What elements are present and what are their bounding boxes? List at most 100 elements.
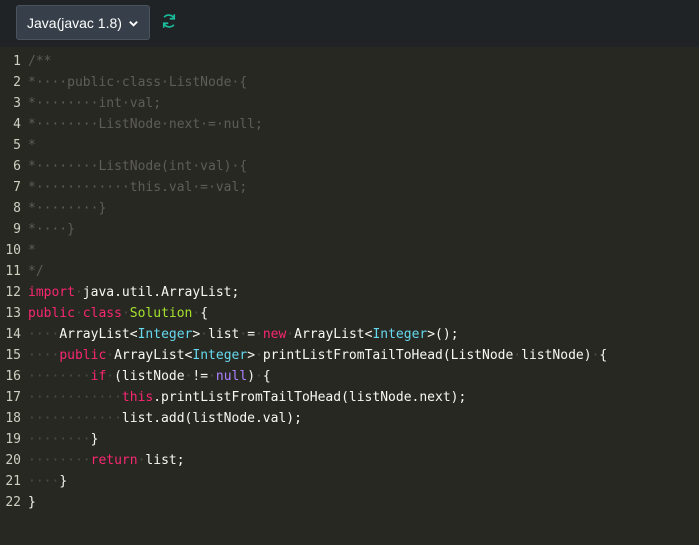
code-line[interactable]: 18 ············list.add(listNode.val); [0, 408, 699, 429]
whitespace-marker: · [239, 327, 248, 342]
whitespace-marker: ···· [28, 327, 60, 342]
code-token: ArrayList< [294, 327, 373, 342]
line-code: *····} [28, 219, 75, 240]
code-line[interactable]: 14 ····ArrayList<Integer>·list·=·new·Arra… [0, 324, 699, 345]
line-number: 9 [13, 222, 21, 237]
line-code: /** [28, 51, 51, 72]
line-code: * [28, 135, 36, 156]
whitespace-marker: · [255, 327, 263, 342]
code-line[interactable]: 21 ····} [0, 471, 699, 492]
code-token: { [599, 348, 608, 363]
code-token: if [90, 369, 107, 384]
code-line[interactable]: 11 */ [0, 261, 699, 282]
language-label: Java(javac 1.8) [27, 14, 122, 31]
code-line[interactable]: 4 *········ListNode·next·=·null; [0, 114, 699, 135]
code-token: listNode) [521, 348, 592, 363]
line-number: 4 [13, 117, 21, 132]
line-code: *········int·val; [28, 93, 161, 114]
code-line[interactable]: 8 *········} [0, 198, 699, 219]
line-number: 5 [13, 138, 21, 153]
whitespace-marker: · [200, 327, 209, 342]
line-number: 13 [5, 306, 21, 321]
whitespace-marker: ········ [28, 432, 91, 447]
code-token: public [28, 306, 75, 321]
whitespace-marker: · [286, 327, 295, 342]
whitespace-marker: ···· [28, 474, 60, 489]
code-line[interactable]: 2 *····public·class·ListNode·{ [0, 72, 699, 93]
code-token: *····public·class·ListNode·{ [28, 75, 248, 90]
line-number: 18 [5, 411, 21, 426]
code-token: import [28, 285, 75, 300]
line-number: 14 [5, 327, 21, 342]
code-line[interactable]: 6 *········ListNode(int·val)·{ [0, 156, 699, 177]
line-number: 1 [13, 54, 21, 69]
code-token: { [262, 369, 271, 384]
code-line[interactable]: 3 *········int·val; [0, 93, 699, 114]
code-line[interactable]: 22} [0, 492, 699, 513]
line-number: 3 [13, 96, 21, 111]
line-code: * [28, 240, 36, 261]
code-token: list.add(listNode.val); [121, 411, 302, 426]
code-line[interactable]: 12 import·java.util.ArrayList; [0, 282, 699, 303]
code-token: ArrayList< [59, 327, 138, 342]
line-number: 19 [5, 432, 21, 447]
line-code: public·class·Solution·{ [28, 303, 208, 324]
language-select[interactable]: Java(javac 1.8) [16, 5, 150, 40]
code-token: ) [247, 369, 256, 384]
code-token: *············this.val·=·val; [28, 180, 248, 195]
line-number: 20 [5, 453, 21, 468]
line-number: 7 [13, 180, 21, 195]
line-code: *········ListNode(int·val)·{ [28, 156, 247, 177]
whitespace-marker: · [255, 348, 263, 363]
line-code: ········if·(listNode·!=·null)·{ [28, 366, 271, 387]
code-line[interactable]: 5 * [0, 135, 699, 156]
line-number: 17 [5, 390, 21, 405]
whitespace-marker: ···· [28, 348, 60, 363]
code-token: class [82, 306, 122, 321]
code-line[interactable]: 15 ····public·ArrayList<Integer>·printLis… [0, 345, 699, 366]
editor-toolbar: Java(javac 1.8) [0, 0, 699, 47]
code-line[interactable]: 17 ············this.printListFromTailToHe… [0, 387, 699, 408]
code-line[interactable]: 20 ········return·list; [0, 450, 699, 471]
line-code: ············this.printListFromTailToHead… [28, 387, 466, 408]
code-line[interactable]: 19 ········} [0, 429, 699, 450]
code-token: /** [28, 54, 52, 69]
whitespace-marker: · [74, 306, 83, 321]
code-token: != [192, 369, 209, 384]
code-token: new [262, 327, 287, 342]
line-code: *············this.val·=·val; [28, 177, 247, 198]
chevron-down-icon [128, 16, 139, 32]
code-line[interactable]: 9 *····} [0, 219, 699, 240]
code-token: *········ListNode(int·val)·{ [28, 159, 248, 174]
whitespace-marker: · [106, 348, 115, 363]
line-number: 12 [5, 285, 21, 300]
refresh-icon[interactable] [160, 12, 178, 34]
line-number: 8 [13, 201, 21, 216]
code-token: * [28, 243, 36, 258]
code-line[interactable]: 13 public·class·Solution·{ [0, 303, 699, 324]
code-line[interactable]: 16 ········if·(listNode·!=·null)·{ [0, 366, 699, 387]
code-token: null [215, 369, 248, 384]
line-code: ············list.add(listNode.val); [28, 408, 302, 429]
code-line[interactable]: 1 /** [0, 51, 699, 72]
code-token: *····} [28, 222, 75, 237]
code-token: Integer [137, 327, 193, 342]
code-token: java.util.ArrayList; [82, 285, 240, 300]
code-line[interactable]: 10 * [0, 240, 699, 261]
code-token: Integer [192, 348, 248, 363]
line-number: 11 [5, 264, 21, 279]
whitespace-marker: · [208, 369, 216, 384]
code-token: list [208, 327, 240, 342]
code-editor[interactable]: 1/** 2 *····public·class·ListNode·{3 *·····… [0, 47, 699, 545]
code-token: { [200, 306, 209, 321]
code-token: } [90, 432, 99, 447]
line-code: *····public·class·ListNode·{ [28, 72, 247, 93]
code-line[interactable]: 7 *············this.val·=·val; [0, 177, 699, 198]
line-code: import·java.util.ArrayList; [28, 282, 239, 303]
line-code: *········ListNode·next·=·null; [28, 114, 263, 135]
code-token: *········ListNode·next·=·null; [28, 117, 263, 132]
line-code: *········} [28, 198, 106, 219]
code-token: } [59, 474, 68, 489]
code-token: Integer [372, 327, 428, 342]
code-token: = [247, 327, 256, 342]
